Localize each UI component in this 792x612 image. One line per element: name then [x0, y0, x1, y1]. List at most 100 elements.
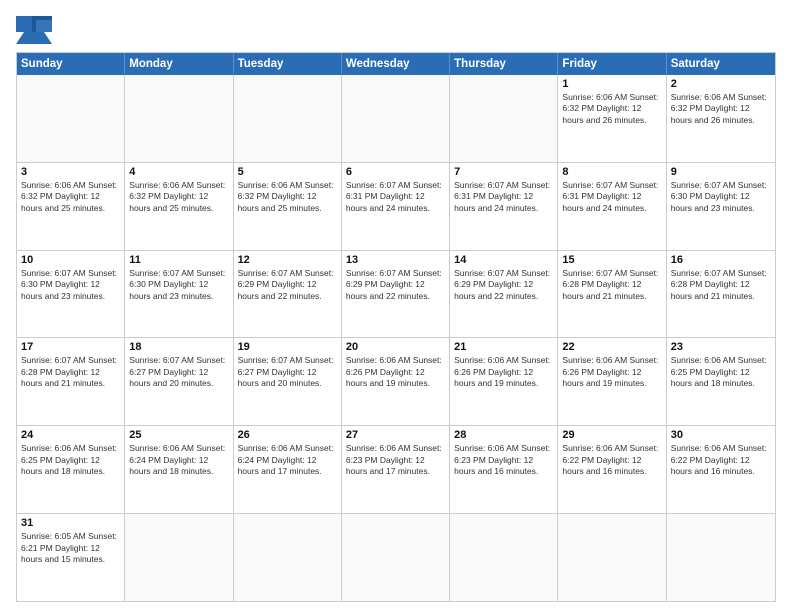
calendar-row-4: 24Sunrise: 6:06 AM Sunset: 6:25 PM Dayli…	[17, 425, 775, 513]
day-number: 9	[671, 166, 771, 178]
calendar-cell: 31Sunrise: 6:05 AM Sunset: 6:21 PM Dayli…	[17, 514, 125, 601]
day-info: Sunrise: 6:05 AM Sunset: 6:21 PM Dayligh…	[21, 531, 120, 565]
calendar-cell	[342, 514, 450, 601]
calendar-header: SundayMondayTuesdayWednesdayThursdayFrid…	[17, 53, 775, 75]
day-number: 7	[454, 166, 553, 178]
calendar-row-1: 3 Sunrise: 6:06 AM Sunset: 6:32 PM Daylig…	[17, 162, 775, 250]
day-number: 30	[671, 429, 771, 441]
day-info: Sunrise: 6:06 AM Sunset: 6:25 PM Dayligh…	[671, 355, 771, 389]
day-info: Sunrise: 6:06 AM Sunset: 6:26 PM Dayligh…	[346, 355, 445, 389]
day-number: 4	[129, 166, 228, 178]
calendar-cell: 28 Sunrise: 6:06 AM Sunset: 6:23 PM Dayli…	[450, 426, 558, 513]
day-info: Sunrise: 6:07 AM Sunset: 6:27 PM Dayligh…	[129, 355, 228, 389]
calendar-cell: 1 Sunrise: 6:06 AM Sunset: 6:32 PM Daylig…	[558, 75, 666, 162]
day-number: 2	[671, 78, 771, 90]
calendar-cell	[667, 514, 775, 601]
day-number: 29	[562, 429, 661, 441]
calendar-cell: 9 Sunrise: 6:07 AM Sunset: 6:30 PM Daylig…	[667, 163, 775, 250]
day-number: 13	[346, 254, 445, 266]
day-info: Sunrise: 6:06 AM Sunset: 6:32 PM Dayligh…	[129, 180, 228, 214]
day-info: Sunrise: 6:06 AM Sunset: 6:24 PM Dayligh…	[129, 443, 228, 477]
day-info: Sunrise: 6:07 AM Sunset: 6:31 PM Dayligh…	[454, 180, 553, 214]
header-wednesday: Wednesday	[342, 53, 450, 75]
day-info: Sunrise: 6:07 AM Sunset: 6:29 PM Dayligh…	[454, 268, 553, 302]
calendar-cell: 18 Sunrise: 6:07 AM Sunset: 6:27 PM Dayli…	[125, 338, 233, 425]
calendar-cell: 22 Sunrise: 6:06 AM Sunset: 6:26 PM Dayli…	[558, 338, 666, 425]
calendar-cell: 23 Sunrise: 6:06 AM Sunset: 6:25 PM Dayli…	[667, 338, 775, 425]
day-number: 11	[129, 254, 228, 266]
day-number: 22	[562, 341, 661, 353]
day-info: Sunrise: 6:07 AM Sunset: 6:29 PM Dayligh…	[346, 268, 445, 302]
header-monday: Monday	[125, 53, 233, 75]
day-info: Sunrise: 6:06 AM Sunset: 6:32 PM Dayligh…	[671, 92, 771, 126]
day-number: 25	[129, 429, 228, 441]
calendar-cell: 4 Sunrise: 6:06 AM Sunset: 6:32 PM Daylig…	[125, 163, 233, 250]
day-info: Sunrise: 6:06 AM Sunset: 6:32 PM Dayligh…	[238, 180, 337, 214]
day-info: Sunrise: 6:06 AM Sunset: 6:32 PM Dayligh…	[21, 180, 120, 214]
calendar-cell: 26Sunrise: 6:06 AM Sunset: 6:24 PM Dayli…	[234, 426, 342, 513]
day-number: 27	[346, 429, 445, 441]
calendar-cell: 3 Sunrise: 6:06 AM Sunset: 6:32 PM Daylig…	[17, 163, 125, 250]
logo-icon	[16, 16, 52, 44]
calendar-cell: 12Sunrise: 6:07 AM Sunset: 6:29 PM Dayli…	[234, 251, 342, 338]
day-info: Sunrise: 6:07 AM Sunset: 6:28 PM Dayligh…	[562, 268, 661, 302]
logo	[16, 16, 56, 44]
day-info: Sunrise: 6:07 AM Sunset: 6:28 PM Dayligh…	[671, 268, 771, 302]
calendar-cell: 21Sunrise: 6:06 AM Sunset: 6:26 PM Dayli…	[450, 338, 558, 425]
day-number: 3	[21, 166, 120, 178]
day-number: 17	[21, 341, 120, 353]
day-number: 10	[21, 254, 120, 266]
calendar-cell	[234, 514, 342, 601]
calendar-cell	[450, 514, 558, 601]
calendar: SundayMondayTuesdayWednesdayThursdayFrid…	[16, 52, 776, 602]
day-number: 1	[562, 78, 661, 90]
page: SundayMondayTuesdayWednesdayThursdayFrid…	[0, 0, 792, 612]
calendar-cell: 25 Sunrise: 6:06 AM Sunset: 6:24 PM Dayli…	[125, 426, 233, 513]
calendar-cell: 30Sunrise: 6:06 AM Sunset: 6:22 PM Dayli…	[667, 426, 775, 513]
day-number: 21	[454, 341, 553, 353]
calendar-row-0: 1 Sunrise: 6:06 AM Sunset: 6:32 PM Daylig…	[17, 75, 775, 162]
day-number: 14	[454, 254, 553, 266]
day-info: Sunrise: 6:06 AM Sunset: 6:23 PM Dayligh…	[454, 443, 553, 477]
header-friday: Friday	[558, 53, 666, 75]
day-info: Sunrise: 6:06 AM Sunset: 6:25 PM Dayligh…	[21, 443, 120, 477]
day-info: Sunrise: 6:07 AM Sunset: 6:31 PM Dayligh…	[562, 180, 661, 214]
day-number: 23	[671, 341, 771, 353]
day-info: Sunrise: 6:06 AM Sunset: 6:22 PM Dayligh…	[562, 443, 661, 477]
calendar-cell: 10 Sunrise: 6:07 AM Sunset: 6:30 PM Dayli…	[17, 251, 125, 338]
calendar-cell	[450, 75, 558, 162]
day-number: 6	[346, 166, 445, 178]
calendar-cell: 29 Sunrise: 6:06 AM Sunset: 6:22 PM Dayli…	[558, 426, 666, 513]
day-info: Sunrise: 6:07 AM Sunset: 6:30 PM Dayligh…	[21, 268, 120, 302]
day-info: Sunrise: 6:07 AM Sunset: 6:30 PM Dayligh…	[671, 180, 771, 214]
calendar-row-2: 10 Sunrise: 6:07 AM Sunset: 6:30 PM Dayli…	[17, 250, 775, 338]
calendar-body: 1 Sunrise: 6:06 AM Sunset: 6:32 PM Daylig…	[17, 75, 775, 601]
calendar-cell: 24Sunrise: 6:06 AM Sunset: 6:25 PM Dayli…	[17, 426, 125, 513]
calendar-cell: 6 Sunrise: 6:07 AM Sunset: 6:31 PM Daylig…	[342, 163, 450, 250]
day-number: 28	[454, 429, 553, 441]
calendar-cell: 19Sunrise: 6:07 AM Sunset: 6:27 PM Dayli…	[234, 338, 342, 425]
page-header	[16, 16, 776, 44]
day-number: 16	[671, 254, 771, 266]
calendar-cell	[234, 75, 342, 162]
calendar-cell: 27 Sunrise: 6:06 AM Sunset: 6:23 PM Dayli…	[342, 426, 450, 513]
calendar-cell: 17Sunrise: 6:07 AM Sunset: 6:28 PM Dayli…	[17, 338, 125, 425]
calendar-cell	[342, 75, 450, 162]
day-info: Sunrise: 6:07 AM Sunset: 6:27 PM Dayligh…	[238, 355, 337, 389]
calendar-cell: 13 Sunrise: 6:07 AM Sunset: 6:29 PM Dayli…	[342, 251, 450, 338]
day-info: Sunrise: 6:07 AM Sunset: 6:31 PM Dayligh…	[346, 180, 445, 214]
calendar-cell	[558, 514, 666, 601]
day-number: 26	[238, 429, 337, 441]
calendar-cell	[125, 514, 233, 601]
header-saturday: Saturday	[667, 53, 775, 75]
day-number: 18	[129, 341, 228, 353]
calendar-cell: 2 Sunrise: 6:06 AM Sunset: 6:32 PM Daylig…	[667, 75, 775, 162]
calendar-cell: 16 Sunrise: 6:07 AM Sunset: 6:28 PM Dayli…	[667, 251, 775, 338]
day-info: Sunrise: 6:06 AM Sunset: 6:32 PM Dayligh…	[562, 92, 661, 126]
calendar-cell: 8Sunrise: 6:07 AM Sunset: 6:31 PM Daylig…	[558, 163, 666, 250]
day-info: Sunrise: 6:07 AM Sunset: 6:29 PM Dayligh…	[238, 268, 337, 302]
day-info: Sunrise: 6:06 AM Sunset: 6:26 PM Dayligh…	[562, 355, 661, 389]
calendar-cell: 7 Sunrise: 6:07 AM Sunset: 6:31 PM Daylig…	[450, 163, 558, 250]
day-info: Sunrise: 6:06 AM Sunset: 6:23 PM Dayligh…	[346, 443, 445, 477]
day-info: Sunrise: 6:07 AM Sunset: 6:30 PM Dayligh…	[129, 268, 228, 302]
